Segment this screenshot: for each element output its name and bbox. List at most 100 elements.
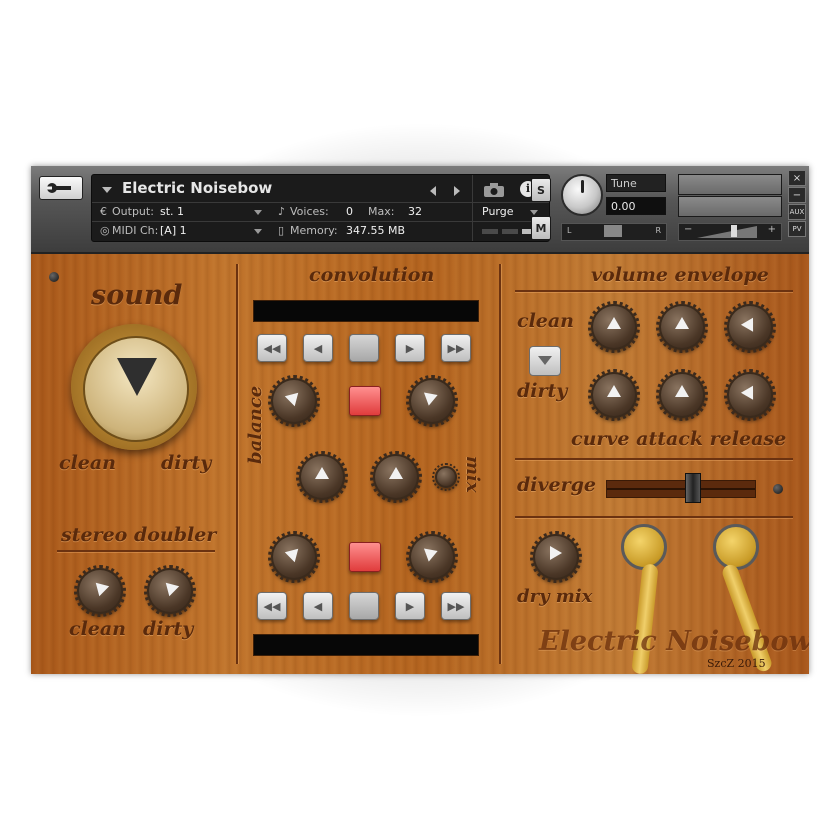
envelope-column-labels: curve attack release bbox=[571, 428, 787, 450]
stereo-doubler-title: stereo doubler bbox=[61, 524, 217, 546]
mute-button[interactable]: M bbox=[531, 216, 551, 240]
convolution-a-right-knob[interactable] bbox=[406, 375, 458, 427]
knob-pointer bbox=[740, 382, 760, 400]
midi-dropdown-icon[interactable] bbox=[254, 229, 262, 234]
knob-pointer bbox=[607, 317, 621, 329]
envelope-clean-label: clean bbox=[517, 310, 574, 332]
previous-button[interactable]: ◀ bbox=[303, 334, 333, 362]
knob-pointer bbox=[675, 385, 689, 397]
dirty-curve-knob[interactable] bbox=[588, 369, 640, 421]
dirty-attack-knob[interactable] bbox=[656, 369, 708, 421]
sound-knob[interactable] bbox=[71, 324, 197, 450]
convolution-a-left-knob[interactable] bbox=[268, 375, 320, 427]
stereo-doubler-clean-label: clean bbox=[69, 618, 126, 640]
instrument-name[interactable]: Electric Noisebow bbox=[122, 179, 272, 197]
knob-pointer bbox=[284, 543, 304, 563]
memory-icon: ▯ bbox=[278, 224, 285, 237]
volume-handle[interactable] bbox=[731, 225, 737, 237]
output-dropdown-icon[interactable] bbox=[254, 210, 262, 215]
wrench-button[interactable] bbox=[39, 176, 83, 200]
balance-knob[interactable] bbox=[296, 451, 348, 503]
instrument-info-panel: Electric Noisebow i € Output: st. 1 ♪ Vo… bbox=[91, 174, 550, 242]
volume-envelope-title: volume envelope bbox=[591, 264, 769, 286]
next-button[interactable]: ▶ bbox=[395, 334, 425, 362]
tune-value[interactable]: 0.00 bbox=[606, 197, 666, 215]
convolution-b-right-knob[interactable] bbox=[406, 531, 458, 583]
next-button[interactable]: ▶ bbox=[395, 592, 425, 620]
diverge-slider-handle[interactable] bbox=[685, 473, 701, 503]
dirty-release-knob[interactable] bbox=[724, 369, 776, 421]
previous-icon: ◀ bbox=[313, 341, 323, 355]
diverge-slider[interactable] bbox=[606, 480, 756, 498]
fast-forward-button[interactable]: ▶▶ bbox=[441, 334, 471, 362]
mix-knob[interactable] bbox=[432, 463, 460, 491]
stop-button[interactable] bbox=[349, 334, 379, 362]
prev-instrument-icon[interactable] bbox=[430, 186, 436, 196]
stop-button[interactable] bbox=[349, 592, 379, 620]
diverge-label: diverge bbox=[517, 474, 597, 496]
max-voices-value[interactable]: 32 bbox=[408, 205, 422, 218]
fast-forward-button[interactable]: ▶▶ bbox=[441, 592, 471, 620]
output-icon: € bbox=[100, 205, 107, 218]
camera-icon[interactable] bbox=[484, 183, 504, 200]
credit-label: SzcZ 2015 bbox=[707, 657, 766, 670]
sound-dirty-label: dirty bbox=[161, 452, 212, 474]
instrument-header: Electric Noisebow i € Output: st. 1 ♪ Vo… bbox=[31, 166, 809, 254]
instrument-menu-arrow-icon[interactable] bbox=[102, 187, 112, 193]
midi-label: MIDI Ch: bbox=[112, 224, 159, 237]
divider bbox=[499, 264, 501, 664]
volume-plus-label: + bbox=[767, 224, 776, 235]
volume-ramp-icon bbox=[697, 226, 757, 238]
previous-button[interactable]: ◀ bbox=[303, 592, 333, 620]
next-instrument-icon[interactable] bbox=[454, 186, 460, 196]
envelope-switch-button[interactable] bbox=[529, 346, 561, 376]
right-jack bbox=[713, 524, 759, 570]
volume-slider[interactable]: − + bbox=[678, 223, 782, 241]
knob-pointer bbox=[675, 317, 689, 329]
convolution-a-toggle[interactable] bbox=[349, 386, 381, 416]
pan-handle[interactable] bbox=[604, 225, 622, 237]
convolution-title: convolution bbox=[309, 264, 435, 286]
stereo-doubler-clean-knob[interactable] bbox=[74, 565, 126, 617]
convolution-b-toggle[interactable] bbox=[349, 542, 381, 572]
rewind-button[interactable]: ◀◀ bbox=[257, 592, 287, 620]
pv-button[interactable]: PV bbox=[788, 221, 806, 237]
convolution-b-left-knob[interactable] bbox=[268, 531, 320, 583]
dry-mix-knob[interactable] bbox=[530, 531, 582, 583]
tune-indicator bbox=[581, 180, 584, 193]
midi-channel-value[interactable]: [A] 1 bbox=[160, 224, 187, 237]
knob-pointer bbox=[284, 387, 304, 407]
dry-mix-label: dry mix bbox=[517, 586, 593, 607]
minimize-button[interactable]: − bbox=[788, 187, 806, 203]
purge-dropdown-icon[interactable] bbox=[530, 210, 538, 215]
pan-left-label: L bbox=[567, 226, 572, 235]
clean-release-knob[interactable] bbox=[724, 301, 776, 353]
stereo-doubler-dirty-knob[interactable] bbox=[144, 565, 196, 617]
instrument-panel: sound clean dirty stereo doubler clean d… bbox=[31, 254, 809, 674]
close-button[interactable]: × bbox=[788, 170, 806, 186]
pan-slider[interactable]: L R bbox=[561, 223, 667, 241]
memory-label: Memory: bbox=[290, 224, 338, 237]
aux-button[interactable]: AUX bbox=[788, 204, 806, 220]
rewind-button[interactable]: ◀◀ bbox=[257, 334, 287, 362]
convolution-display-top bbox=[253, 300, 479, 322]
tune-knob[interactable] bbox=[561, 174, 603, 216]
knob-pointer bbox=[160, 577, 180, 597]
clean-curve-knob[interactable] bbox=[588, 301, 640, 353]
stereo-doubler-dirty-label: dirty bbox=[143, 618, 194, 640]
midi-icon: ◎ bbox=[100, 224, 110, 237]
chevron-down-icon bbox=[538, 356, 552, 365]
solo-button[interactable]: S bbox=[531, 178, 551, 202]
balance-knob-2[interactable] bbox=[370, 451, 422, 503]
level-meter-right bbox=[678, 196, 782, 217]
sound-title: sound bbox=[91, 280, 183, 311]
sound-clean-label: clean bbox=[59, 452, 116, 474]
tune-label: Tune bbox=[606, 174, 666, 192]
output-value[interactable]: st. 1 bbox=[160, 205, 184, 218]
memory-value: 347.55 MB bbox=[346, 224, 406, 237]
purge-button[interactable]: Purge bbox=[482, 205, 514, 218]
clean-attack-knob[interactable] bbox=[656, 301, 708, 353]
volume-minus-label: − bbox=[684, 224, 693, 235]
wrench-icon bbox=[47, 183, 71, 193]
divider bbox=[236, 264, 238, 664]
